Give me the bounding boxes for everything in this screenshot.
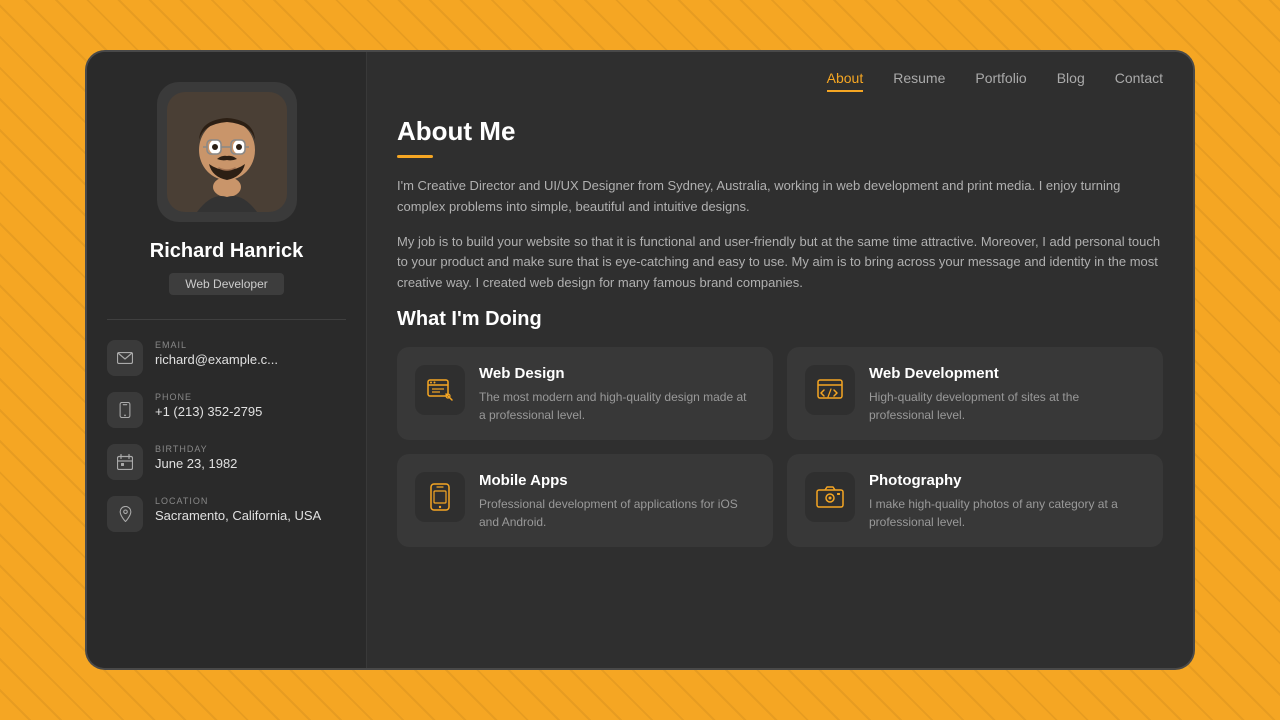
birthday-info-item: BIRTHDAY June 23, 1982 [107, 444, 346, 480]
web-design-desc: The most modern and high-quality design … [479, 388, 755, 424]
mobile-desc: Professional development of applications… [479, 495, 755, 531]
nav-contact[interactable]: Contact [1115, 70, 1163, 92]
bio-paragraph-1: I'm Creative Director and UI/UX Designer… [397, 176, 1163, 218]
location-icon [107, 496, 143, 532]
web-dev-info: Web Development High-quality development… [869, 365, 1145, 424]
web-dev-name: Web Development [869, 365, 1145, 382]
about-title: About Me [397, 116, 1163, 147]
birthday-content: BIRTHDAY June 23, 1982 [155, 444, 237, 471]
location-info-item: LOCATION Sacramento, California, USA [107, 496, 346, 532]
nav-bar: About Resume Portfolio Blog Contact [367, 52, 1193, 92]
mobile-name: Mobile Apps [479, 472, 755, 489]
nav-about[interactable]: About [827, 70, 864, 92]
birthday-value: June 23, 1982 [155, 456, 237, 471]
location-label: LOCATION [155, 496, 321, 506]
web-design-info: Web Design The most modern and high-qual… [479, 365, 755, 424]
photo-info: Photography I make high-quality photos o… [869, 472, 1145, 531]
main-content: About Resume Portfolio Blog Contact Abou… [367, 52, 1193, 668]
title-underline [397, 155, 433, 158]
bio-paragraph-2: My job is to build your website so that … [397, 232, 1163, 294]
sidebar-divider [107, 319, 346, 320]
birthday-label: BIRTHDAY [155, 444, 237, 454]
nav-portfolio[interactable]: Portfolio [975, 70, 1026, 92]
user-role: Web Developer [169, 273, 284, 295]
email-value: richard@example.c... [155, 352, 278, 367]
sidebar: Richard Hanrick Web Developer EMAIL rich… [87, 52, 367, 668]
email-info-item: EMAIL richard@example.c... [107, 340, 346, 376]
phone-value: +1 (213) 352-2795 [155, 404, 262, 419]
web-dev-desc: High-quality development of sites at the… [869, 388, 1145, 424]
content-area: About Me I'm Creative Director and UI/UX… [367, 92, 1193, 668]
location-content: LOCATION Sacramento, California, USA [155, 496, 321, 523]
web-dev-icon [805, 365, 855, 415]
service-card-web-design: Web Design The most modern and high-qual… [397, 347, 773, 440]
birthday-icon [107, 444, 143, 480]
web-design-icon [415, 365, 465, 415]
email-content: EMAIL richard@example.c... [155, 340, 278, 367]
nav-blog[interactable]: Blog [1057, 70, 1085, 92]
email-icon [107, 340, 143, 376]
photo-icon [805, 472, 855, 522]
service-card-mobile: Mobile Apps Professional development of … [397, 454, 773, 547]
main-card: Richard Hanrick Web Developer EMAIL rich… [85, 50, 1195, 670]
photo-name: Photography [869, 472, 1145, 489]
mobile-icon [415, 472, 465, 522]
phone-info-item: PHONE +1 (213) 352-2795 [107, 392, 346, 428]
nav-resume[interactable]: Resume [893, 70, 945, 92]
avatar [167, 92, 287, 212]
mobile-info: Mobile Apps Professional development of … [479, 472, 755, 531]
photo-desc: I make high-quality photos of any catego… [869, 495, 1145, 531]
web-design-name: Web Design [479, 365, 755, 382]
service-card-web-dev: Web Development High-quality development… [787, 347, 1163, 440]
avatar-container [157, 82, 297, 222]
service-card-photo: Photography I make high-quality photos o… [787, 454, 1163, 547]
email-label: EMAIL [155, 340, 278, 350]
services-grid: Web Design The most modern and high-qual… [397, 347, 1163, 547]
info-list: EMAIL richard@example.c... PHONE +1 (213… [107, 340, 346, 532]
phone-icon [107, 392, 143, 428]
location-value: Sacramento, California, USA [155, 508, 321, 523]
what-doing-title: What I'm Doing [397, 308, 1163, 331]
phone-label: PHONE [155, 392, 262, 402]
user-name: Richard Hanrick [150, 240, 303, 263]
phone-content: PHONE +1 (213) 352-2795 [155, 392, 262, 419]
